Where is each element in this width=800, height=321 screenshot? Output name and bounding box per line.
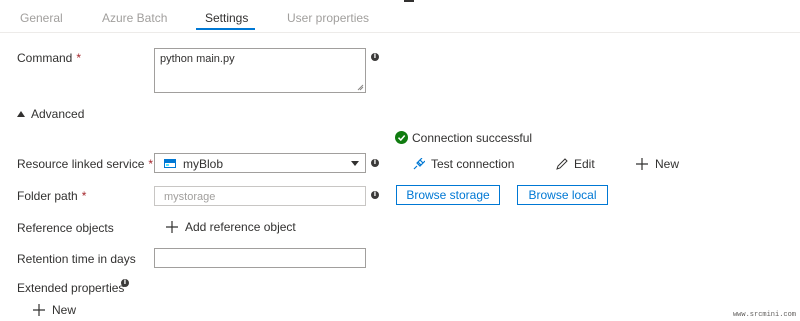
tab-settings[interactable]: Settings <box>205 11 248 25</box>
success-check-icon <box>395 131 408 144</box>
linked-service-info-icon[interactable] <box>371 158 379 167</box>
folder-path-input[interactable]: mystorage <box>154 186 366 206</box>
new-extended-property-button[interactable]: New <box>33 303 76 317</box>
blob-storage-icon <box>164 159 176 168</box>
watermark: www.srcmini.com <box>732 311 796 319</box>
new-extended-property-label: New <box>52 303 77 317</box>
browse-local-button[interactable]: Browse local <box>517 185 608 205</box>
browse-storage-button[interactable]: Browse storage <box>396 185 500 205</box>
extended-properties-label: Extended properties <box>17 281 125 295</box>
required-marker: * <box>76 51 82 65</box>
linked-service-label: Resource linked service * <box>17 157 154 171</box>
add-reference-object-button[interactable]: Add reference object <box>166 220 296 234</box>
tab-bar: General Azure Batch Settings User proper… <box>0 0 800 33</box>
new-linked-service-button[interactable]: New <box>636 157 679 171</box>
plus-icon <box>636 158 648 170</box>
pencil-icon <box>556 158 568 170</box>
command-info-icon[interactable] <box>371 52 379 61</box>
folder-path-label: Folder path * <box>17 189 87 203</box>
reference-objects-label: Reference objects <box>17 221 114 235</box>
advanced-label: Advanced <box>31 107 85 121</box>
command-input[interactable]: python main.py <box>154 48 366 93</box>
command-value: python main.py <box>160 53 235 65</box>
edit-button[interactable]: Edit <box>556 157 595 171</box>
retention-input[interactable] <box>154 248 366 268</box>
plug-icon <box>413 157 426 170</box>
test-connection-label: Test connection <box>431 157 515 171</box>
edit-label: Edit <box>574 157 595 171</box>
new-label: New <box>655 157 680 171</box>
linked-service-select[interactable]: myBlob <box>154 153 366 173</box>
divider-mark <box>404 0 414 2</box>
advanced-toggle[interactable]: Advanced <box>17 107 84 121</box>
tab-azure-batch[interactable]: Azure Batch <box>102 11 167 25</box>
connection-status: Connection successful <box>395 131 532 145</box>
chevron-down-icon <box>351 161 359 166</box>
tab-user-properties[interactable]: User properties <box>287 11 369 25</box>
caret-up-icon <box>17 111 25 117</box>
plus-icon <box>33 304 45 316</box>
command-label: Command * <box>17 51 82 65</box>
linked-service-value: myBlob <box>183 157 224 171</box>
extended-properties-info-icon[interactable] <box>121 278 129 287</box>
add-reference-object-label: Add reference object <box>185 220 296 234</box>
required-marker: * <box>81 189 87 203</box>
retention-label: Retention time in days <box>17 252 136 266</box>
test-connection-button[interactable]: Test connection <box>413 157 514 171</box>
resize-handle-icon[interactable] <box>357 84 364 91</box>
connection-status-text: Connection successful <box>412 131 533 145</box>
folder-path-info-icon[interactable] <box>371 190 379 199</box>
folder-path-value: mystorage <box>164 191 216 203</box>
active-tab-indicator <box>196 28 255 30</box>
plus-icon <box>166 221 178 233</box>
tab-general[interactable]: General <box>20 11 63 25</box>
required-marker: * <box>148 157 154 171</box>
